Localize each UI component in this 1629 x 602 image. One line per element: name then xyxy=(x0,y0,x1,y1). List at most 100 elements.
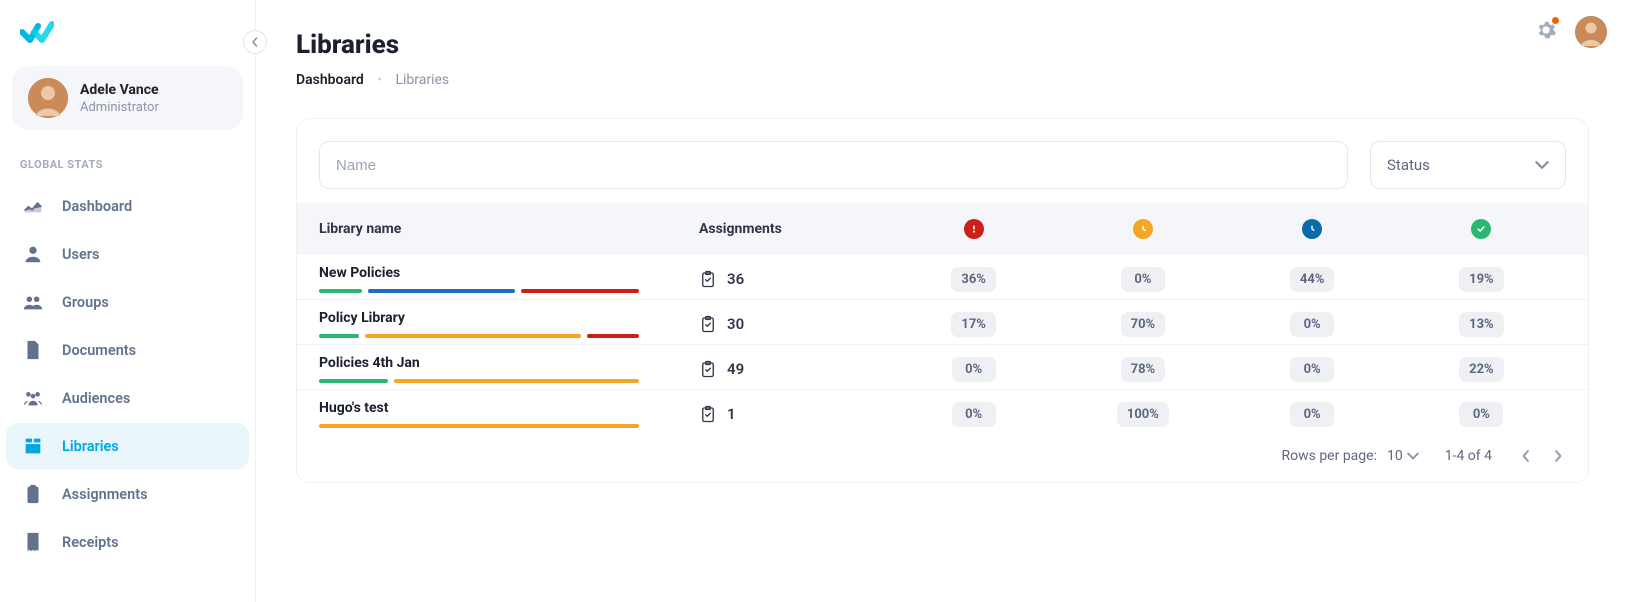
sidebar-item-libraries[interactable]: Libraries xyxy=(6,423,249,469)
status-filter-select[interactable]: Status xyxy=(1370,141,1566,189)
assignments-cell: 36 xyxy=(699,270,889,288)
prev-page-button[interactable] xyxy=(1518,448,1534,464)
overdue-pct: 0% xyxy=(952,357,996,382)
filters-row: Status xyxy=(297,119,1588,203)
pending-pct: 70% xyxy=(1121,312,1166,337)
clipboard-check-icon xyxy=(699,270,717,288)
rows-per-page-select[interactable]: 10 xyxy=(1387,448,1419,464)
pending-pct: 78% xyxy=(1121,357,1166,382)
sidebar-item-assignments[interactable]: Assignments xyxy=(6,471,249,517)
clipboard-check-icon xyxy=(699,405,717,423)
breadcrumb-dashboard[interactable]: Dashboard xyxy=(296,72,364,88)
assignments-count: 36 xyxy=(727,270,744,288)
sidebar-item-label: Documents xyxy=(62,342,136,359)
app-logo xyxy=(6,14,249,66)
clipboard-icon xyxy=(22,483,44,505)
sidebar-item-audiences[interactable]: Audiences xyxy=(6,375,249,421)
clock-solid-icon xyxy=(1302,219,1322,239)
complete-pct: 19% xyxy=(1459,267,1504,292)
pending-pct: 100% xyxy=(1117,402,1169,427)
col-assignments: Assignments xyxy=(699,221,889,237)
sidebar-item-label: Libraries xyxy=(62,438,119,455)
inprogress-pct: 44% xyxy=(1290,267,1335,292)
col-complete-icon xyxy=(1397,219,1566,239)
sidebar-item-groups[interactable]: Groups xyxy=(6,279,249,325)
library-name: Hugo's test xyxy=(319,400,699,416)
pagination-range: 1-4 of 4 xyxy=(1445,448,1492,464)
table-row[interactable]: Policies 4th Jan490%78%0%22% xyxy=(297,345,1588,390)
chevron-down-icon xyxy=(1407,450,1419,462)
receipt-icon xyxy=(22,531,44,553)
sidebar-item-label: Groups xyxy=(62,294,109,311)
next-page-button[interactable] xyxy=(1550,448,1566,464)
table-row[interactable]: New Policies3636%0%44%19% xyxy=(297,255,1588,300)
breadcrumb-separator: • xyxy=(377,72,382,88)
status-filter-label: Status xyxy=(1387,156,1430,174)
clock-icon xyxy=(1133,219,1153,239)
pagination: Rows per page: 10 1-4 of 4 xyxy=(297,434,1588,482)
profile-role: Administrator xyxy=(80,100,159,115)
pending-pct: 0% xyxy=(1121,267,1165,292)
name-filter-input[interactable] xyxy=(319,141,1348,189)
document-icon xyxy=(22,339,44,361)
profile-name: Adele Vance xyxy=(80,82,159,98)
overdue-pct: 17% xyxy=(951,312,996,337)
sidebar-item-label: Users xyxy=(62,246,99,263)
table-row[interactable]: Policy Library3017%70%0%13% xyxy=(297,300,1588,345)
check-icon xyxy=(1471,219,1491,239)
library-name: Policies 4th Jan xyxy=(319,355,699,371)
clipboard-check-icon xyxy=(699,315,717,333)
sidebar-item-label: Audiences xyxy=(62,390,130,407)
sidebar-item-dashboard[interactable]: Dashboard xyxy=(6,183,249,229)
sidebar-item-documents[interactable]: Documents xyxy=(6,327,249,373)
rows-per-page-value: 10 xyxy=(1387,448,1403,464)
sidebar-nav: Dashboard Users Groups Documents Audiences Li… xyxy=(6,183,249,565)
inprogress-pct: 0% xyxy=(1290,402,1334,427)
progress-segment-red xyxy=(587,334,639,338)
progress-segment-yellow xyxy=(394,379,639,383)
breadcrumb-libraries: Libraries xyxy=(395,72,449,88)
notification-dot xyxy=(1552,17,1559,24)
sidebar-item-users[interactable]: Users xyxy=(6,231,249,277)
progress-segment-green xyxy=(319,379,388,383)
assignments-count: 30 xyxy=(727,315,744,333)
assignments-cell: 49 xyxy=(699,360,889,378)
clipboard-check-icon xyxy=(699,360,717,378)
progress-bar xyxy=(319,334,639,338)
settings-button[interactable] xyxy=(1535,19,1557,45)
inprogress-pct: 0% xyxy=(1290,312,1334,337)
sidebar: Adele Vance Administrator GLOBAL STATS D… xyxy=(0,0,256,602)
col-inprogress-icon xyxy=(1228,219,1397,239)
col-pending-icon xyxy=(1058,219,1227,239)
main-content: Libraries Dashboard • Libraries Status L… xyxy=(256,0,1629,602)
overdue-pct: 0% xyxy=(952,402,996,427)
rows-per-page-label: Rows per page: xyxy=(1281,448,1376,464)
progress-bar xyxy=(319,379,639,383)
audience-icon xyxy=(22,387,44,409)
profile-card[interactable]: Adele Vance Administrator xyxy=(12,66,243,130)
topbar-avatar[interactable] xyxy=(1575,16,1607,48)
table-row[interactable]: Hugo's test10%100%0%0% xyxy=(297,390,1588,434)
user-icon xyxy=(22,243,44,265)
table-header: Library name Assignments xyxy=(297,203,1588,255)
col-overdue-icon xyxy=(889,219,1058,239)
progress-segment-red xyxy=(521,289,639,293)
library-name: Policy Library xyxy=(319,310,699,326)
avatar xyxy=(28,78,68,118)
progress-segment-yellow xyxy=(365,334,581,338)
chevron-down-icon xyxy=(1535,158,1549,172)
alert-icon xyxy=(964,219,984,239)
sidebar-item-label: Assignments xyxy=(62,486,148,503)
progress-bar xyxy=(319,424,639,428)
inprogress-pct: 0% xyxy=(1290,357,1334,382)
library-name: New Policies xyxy=(319,265,699,281)
libraries-card: Status Library name Assignments New Poli… xyxy=(296,118,1589,483)
progress-segment-green xyxy=(319,334,359,338)
page-title: Libraries xyxy=(296,30,1589,60)
rows-per-page: Rows per page: 10 xyxy=(1281,448,1418,464)
topbar xyxy=(1535,16,1607,48)
breadcrumb: Dashboard • Libraries xyxy=(296,72,1589,88)
progress-segment-blue xyxy=(368,289,515,293)
chart-icon xyxy=(22,195,44,217)
sidebar-item-receipts[interactable]: Receipts xyxy=(6,519,249,565)
